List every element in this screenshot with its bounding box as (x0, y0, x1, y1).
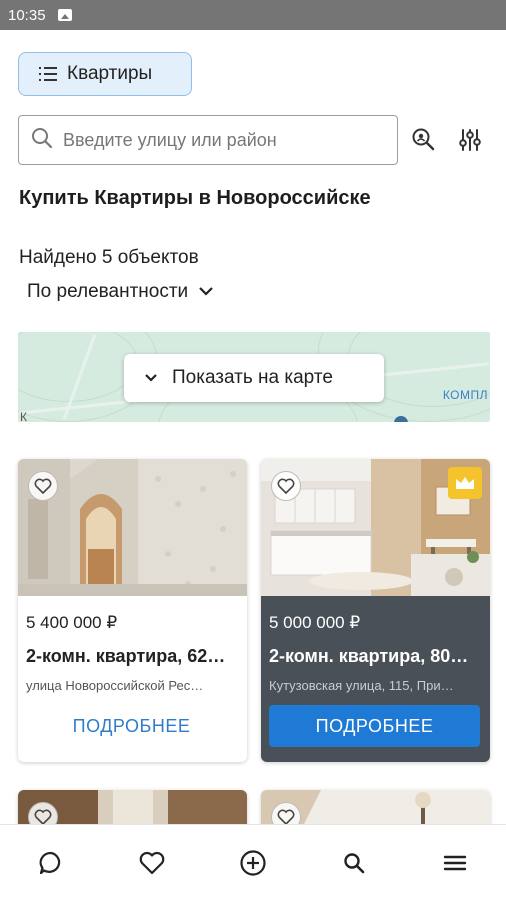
status-bar: 10:35 (0, 0, 506, 30)
map-place-label-left: К (20, 410, 27, 422)
menu-icon[interactable] (431, 839, 479, 887)
favorite-heart-icon[interactable] (28, 471, 58, 501)
heart-icon[interactable] (128, 839, 176, 887)
status-time: 10:35 (8, 6, 46, 24)
bottom-navigation (0, 824, 506, 900)
show-on-map-button[interactable]: Показать на карте (124, 354, 384, 402)
listing-title: 2-комн. квартира, 80… (269, 646, 469, 666)
sort-label: По релевантности (27, 281, 189, 302)
listing-price: 5 000 000 ₽ (269, 613, 361, 632)
chevron-down-icon (144, 367, 172, 389)
map-place-label: КОМПЛ (442, 388, 488, 402)
image-icon (57, 9, 72, 21)
list-icon (39, 67, 57, 81)
listing-address: улица Новороссийской Рес… (26, 678, 204, 693)
details-button[interactable]: ПОДРОБНЕЕ (269, 705, 480, 747)
listing-price: 5 400 000 ₽ (26, 613, 118, 632)
filter-sliders-icon[interactable] (452, 122, 488, 158)
search-field[interactable] (18, 115, 398, 165)
listing-card[interactable]: 5 400 000 ₽ 2-комн. квартира, 62… улица … (18, 459, 247, 762)
listing-card-premium[interactable]: 5 000 000 ₽ 2-комн. квартира, 80… Кутузо… (261, 459, 490, 762)
property-type-chip[interactable]: Квартиры (18, 52, 192, 96)
listing-title: 2-комн. квартира, 62… (26, 646, 226, 666)
search-icon (31, 127, 53, 154)
premium-crown-icon (448, 467, 482, 499)
chevron-down-icon (188, 281, 214, 303)
listing-info: 5 000 000 ₽ 2-комн. квартира, 80… Кутузо… (261, 596, 490, 762)
found-count: Найдено 5 объектов (19, 247, 199, 268)
chat-icon[interactable] (27, 839, 75, 887)
favorite-heart-icon[interactable] (271, 471, 301, 501)
add-circle-icon[interactable] (229, 839, 277, 887)
search-icon[interactable] (330, 839, 378, 887)
sort-dropdown[interactable]: По релевантности (27, 281, 214, 303)
details-button[interactable]: ПОДРОБНЕЕ (26, 705, 237, 747)
listing-address: Кутузовская улица, 115, При… (269, 678, 454, 693)
page-title: Купить Квартиры в Новороссийске (19, 187, 371, 209)
search-input[interactable] (63, 129, 383, 151)
listing-info: 5 400 000 ₽ 2-комн. квартира, 62… улица … (18, 596, 247, 762)
property-type-label: Квартиры (67, 63, 153, 84)
show-on-map-label: Показать на карте (172, 367, 333, 388)
location-search-icon[interactable] (406, 122, 442, 158)
